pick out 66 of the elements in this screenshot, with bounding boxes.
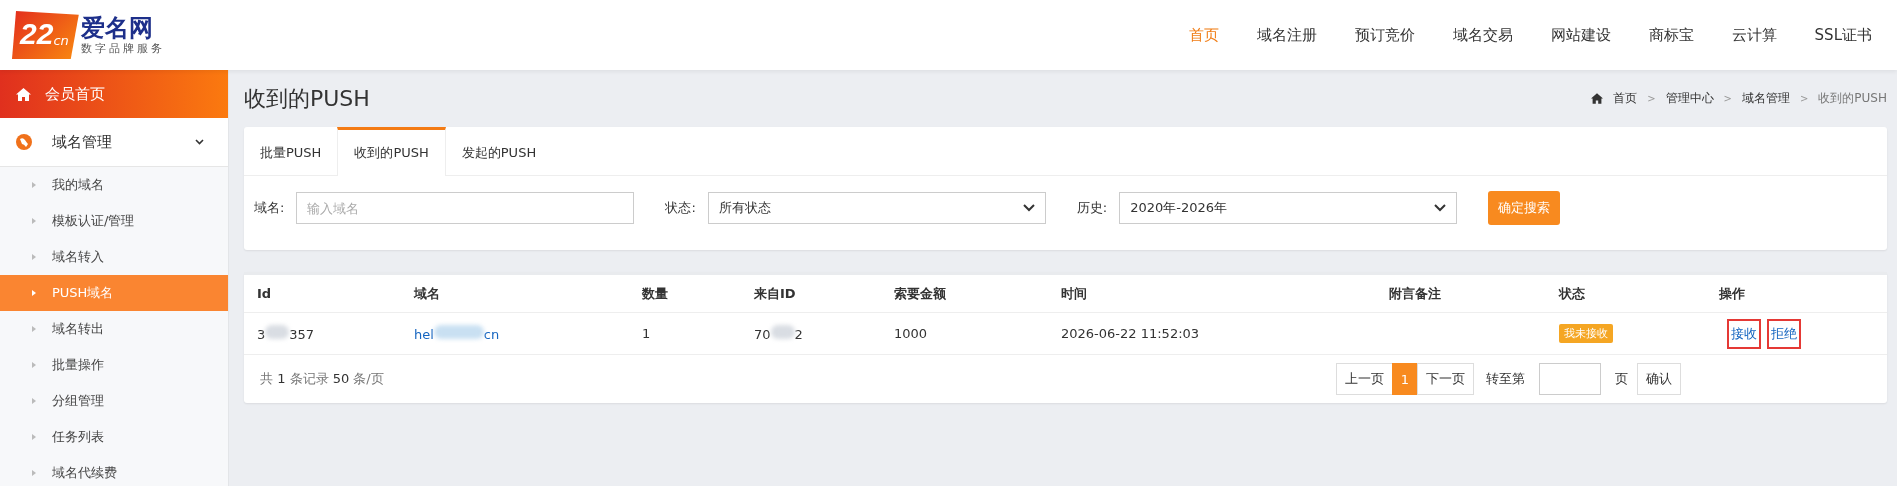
breadcrumb-link[interactable]: 首页: [1613, 90, 1638, 107]
sidebar-group[interactable]: 域名管理: [0, 118, 228, 167]
table-cell: 3 357: [257, 325, 315, 342]
sidebar-item[interactable]: 域名代续费: [0, 455, 228, 486]
breadcrumb-link[interactable]: 域名管理: [1741, 90, 1790, 107]
domain-link[interactable]: hel cn: [414, 325, 500, 342]
nav-link[interactable]: 域名交易: [1452, 25, 1513, 45]
sidebar-item[interactable]: 域名转出: [0, 311, 228, 347]
goto-label: 转至第: [1486, 370, 1525, 388]
tab[interactable]: 批量PUSH: [244, 127, 338, 175]
breadcrumb-separator: >: [1647, 93, 1656, 104]
page-title: 收到的PUSH: [244, 84, 370, 113]
page-unit-label: 页: [1615, 370, 1628, 388]
logo-mark: 22cn: [12, 11, 79, 59]
column-header: 状态: [1559, 284, 1585, 303]
sidebar-item[interactable]: 批量操作: [0, 347, 228, 383]
column-header: 数量: [642, 284, 668, 303]
dropdown-icon: [1434, 204, 1447, 212]
chevron-icon: [195, 139, 204, 145]
nav-link[interactable]: 域名注册: [1256, 25, 1317, 45]
action-link[interactable]: 拒绝: [1767, 318, 1801, 349]
status-badge: 我未接收: [1559, 324, 1613, 343]
prev-page-button[interactable]: 上一页: [1335, 363, 1393, 395]
column-header: 索要金额: [894, 284, 946, 303]
domain-input[interactable]: 输入域名: [296, 192, 635, 224]
field-label: 状态:: [665, 199, 696, 217]
home-icon: [1591, 93, 1604, 104]
tab[interactable]: 发起的PUSH: [445, 127, 553, 175]
table-cell: 1: [642, 326, 651, 341]
nav-link[interactable]: 预订竞价: [1354, 25, 1415, 45]
sidebar-item[interactable]: 模板认证/管理: [0, 203, 228, 239]
table-cell: 1000: [894, 326, 928, 341]
column-header: Id: [257, 286, 272, 301]
sidebar-item[interactable]: 域名转入: [0, 239, 228, 275]
breadcrumb-separator: >: [1799, 93, 1809, 104]
sidebar-home-item[interactable]: 会员首页: [0, 70, 228, 118]
next-page-button[interactable]: 下一页: [1417, 363, 1474, 395]
sidebar-item[interactable]: 分组管理: [0, 383, 228, 419]
home-icon: [16, 87, 31, 101]
column-header: 操作: [1719, 284, 1745, 303]
field-label: 历史:: [1076, 199, 1108, 217]
column-header: 附言备注: [1389, 284, 1441, 303]
column-header: 时间: [1061, 284, 1087, 303]
table-cell: 2026-06-22 11:52:03: [1061, 326, 1200, 341]
field-label: 域名:: [254, 199, 285, 217]
record-summary: 共 1 条记录 50 条/页: [260, 370, 384, 388]
table-cell: 70 2: [754, 325, 803, 342]
nav-link[interactable]: 商标宝: [1648, 25, 1694, 45]
history-select[interactable]: 2020年-2026年: [1119, 192, 1458, 224]
status-select[interactable]: 所有状态: [707, 192, 1046, 224]
nav-link[interactable]: 网站建设: [1550, 25, 1611, 45]
action-link[interactable]: 接收: [1727, 318, 1761, 349]
tab[interactable]: 收到的PUSH: [337, 127, 446, 176]
sidebar-item[interactable]: 我的域名: [0, 167, 228, 203]
page-input[interactable]: [1539, 363, 1601, 395]
column-header: 来自ID: [754, 284, 796, 303]
logo-name: 爱名网: [80, 14, 154, 42]
confirm-button[interactable]: 确认: [1637, 363, 1681, 395]
sidebar-item[interactable]: 任务列表: [0, 419, 228, 455]
logo-slogan: 数字品牌服务: [80, 42, 165, 56]
nav-link[interactable]: SSL证书: [1814, 25, 1872, 45]
column-header: 域名: [414, 284, 440, 303]
nav-link[interactable]: 云计算: [1731, 25, 1777, 45]
dropdown-icon: [1022, 204, 1035, 212]
breadcrumb-separator: >: [1723, 93, 1732, 104]
breadcrumb-link[interactable]: 管理中心: [1665, 90, 1714, 107]
